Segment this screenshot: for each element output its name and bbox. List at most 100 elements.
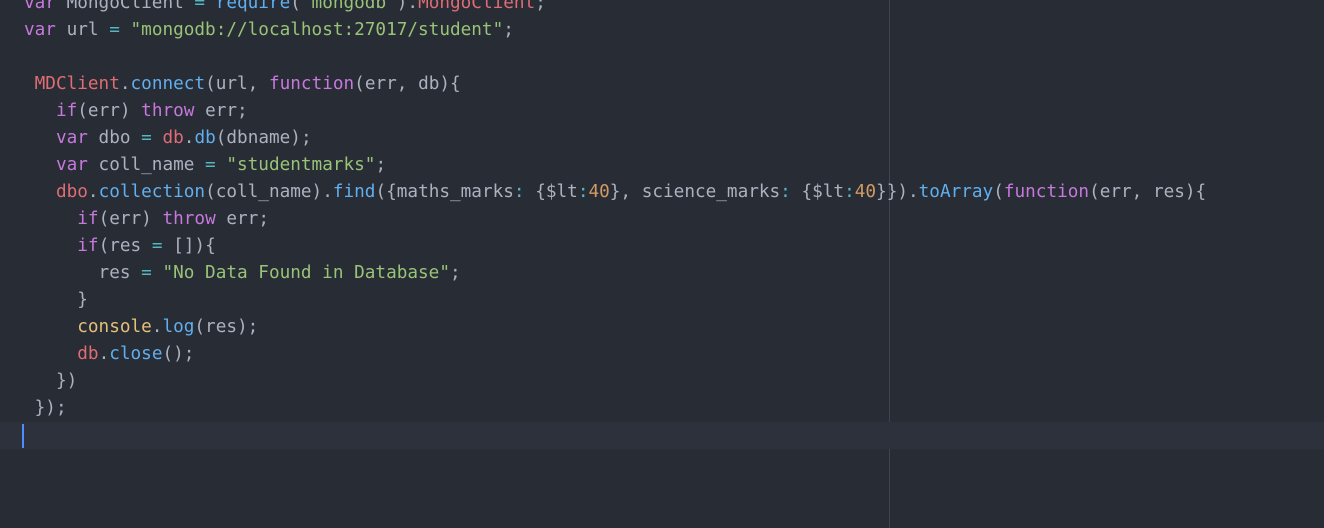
code-token: (); [162, 344, 195, 364]
code-token: ( [993, 182, 1004, 202]
code-token: (err) [98, 209, 163, 229]
code-token: db [162, 128, 184, 148]
code-token: var [55, 155, 88, 175]
code-token: err; [215, 209, 269, 229]
code-line[interactable]: var url = "mongodb://localhost:27017/stu… [24, 17, 1324, 44]
code-line[interactable]: ​ [24, 44, 1324, 71]
code-token: collection [98, 182, 206, 202]
code-token: throw [162, 209, 216, 229]
code-area[interactable]: var MongoClient = require('mongodb').Mon… [0, 0, 1324, 449]
code-token: var [55, 128, 88, 148]
current-code-line[interactable]: ​ [0, 422, 1324, 449]
code-token: (err, res){ [1089, 182, 1207, 202]
code-token: : [780, 182, 791, 202]
code-token: : [577, 182, 589, 202]
code-token: ; [375, 155, 387, 175]
code-line[interactable]: }); [24, 395, 1324, 422]
code-token: (coll_name). [205, 182, 333, 202]
code-token: if [77, 236, 99, 256]
code-line[interactable]: res = "No Data Found in Database"; [24, 260, 1324, 287]
code-token: (res [98, 236, 152, 256]
code-line[interactable]: if(res = []){ [24, 233, 1324, 260]
code-token: (dbname); [215, 128, 312, 148]
code-token: close [109, 344, 163, 364]
code-token: err; [194, 101, 248, 121]
code-token: var [24, 0, 56, 13]
code-token: function [1003, 182, 1090, 202]
code-token: = [194, 0, 206, 13]
code-token: = [141, 263, 152, 283]
code-token: . [183, 128, 195, 148]
code-line[interactable]: console.log(res); [24, 314, 1324, 341]
code-token: log [162, 317, 195, 337]
code-line[interactable]: }) [24, 368, 1324, 395]
code-token: = [109, 20, 120, 40]
code-line[interactable]: dbo.collection(coll_name).find({maths_ma… [24, 179, 1324, 206]
code-token: = [141, 128, 152, 148]
code-token: find [332, 182, 376, 202]
code-token: . [98, 344, 110, 364]
code-token: "mongodb://localhost:27017/student" [130, 20, 504, 40]
code-token: MongoClient [418, 0, 536, 13]
code-token: ; [503, 20, 514, 40]
code-token: require [215, 0, 291, 13]
code-line[interactable]: if(err) throw err; [24, 98, 1324, 125]
code-token: = [151, 236, 163, 256]
code-token: ). [396, 0, 419, 13]
code-token: dbo [55, 182, 88, 202]
code-token: res [24, 263, 142, 283]
code-line[interactable]: var coll_name = "studentmarks"; [24, 152, 1324, 179]
code-token: ; [535, 0, 546, 13]
code-token: "No Data Found in Database" [162, 263, 450, 283]
code-token: MDClient [34, 74, 120, 94]
code-token: toArray [918, 182, 994, 202]
code-token: coll_name [87, 155, 206, 175]
text-cursor [22, 424, 24, 448]
code-token: }}). [876, 182, 919, 202]
code-token: {$lt [524, 182, 578, 202]
code-token: . [151, 317, 163, 337]
code-token: ; [449, 263, 461, 283]
code-token: var [24, 20, 56, 40]
code-token: ({maths_marks [375, 182, 514, 202]
code-token: connect [130, 74, 206, 94]
code-token: ( [290, 0, 301, 13]
code-token: if [77, 209, 99, 229]
code-editor[interactable]: var MongoClient = require('mongodb').Mon… [0, 0, 1324, 528]
code-token: function [268, 74, 355, 94]
code-token: "studentmarks" [226, 155, 376, 175]
code-line[interactable]: var MongoClient = require('mongodb').Mon… [24, 0, 1324, 17]
code-token: MongoClient [55, 0, 195, 13]
code-token: : [844, 182, 855, 202]
code-token: db [194, 128, 216, 148]
code-token: (err) [77, 101, 142, 121]
code-line[interactable]: } [24, 287, 1324, 314]
code-line[interactable]: if(err) throw err; [24, 206, 1324, 233]
code-token: }, science_marks [609, 182, 781, 202]
code-token: []){ [162, 236, 216, 256]
code-token: if [55, 101, 78, 121]
code-token: 40 [854, 182, 877, 202]
code-token: url [55, 20, 110, 40]
code-token: (url, [205, 74, 269, 94]
code-line[interactable]: MDClient.connect(url, function(err, db){ [24, 71, 1324, 98]
code-token: . [119, 74, 131, 94]
code-token: (res); [194, 317, 259, 337]
code-line[interactable]: db.close(); [24, 341, 1324, 368]
code-token: (err, db){ [354, 74, 461, 94]
code-token: : [513, 182, 525, 202]
code-token: = [205, 155, 216, 175]
code-token: dbo [87, 128, 142, 148]
code-line[interactable]: var dbo = db.db(dbname); [24, 125, 1324, 152]
